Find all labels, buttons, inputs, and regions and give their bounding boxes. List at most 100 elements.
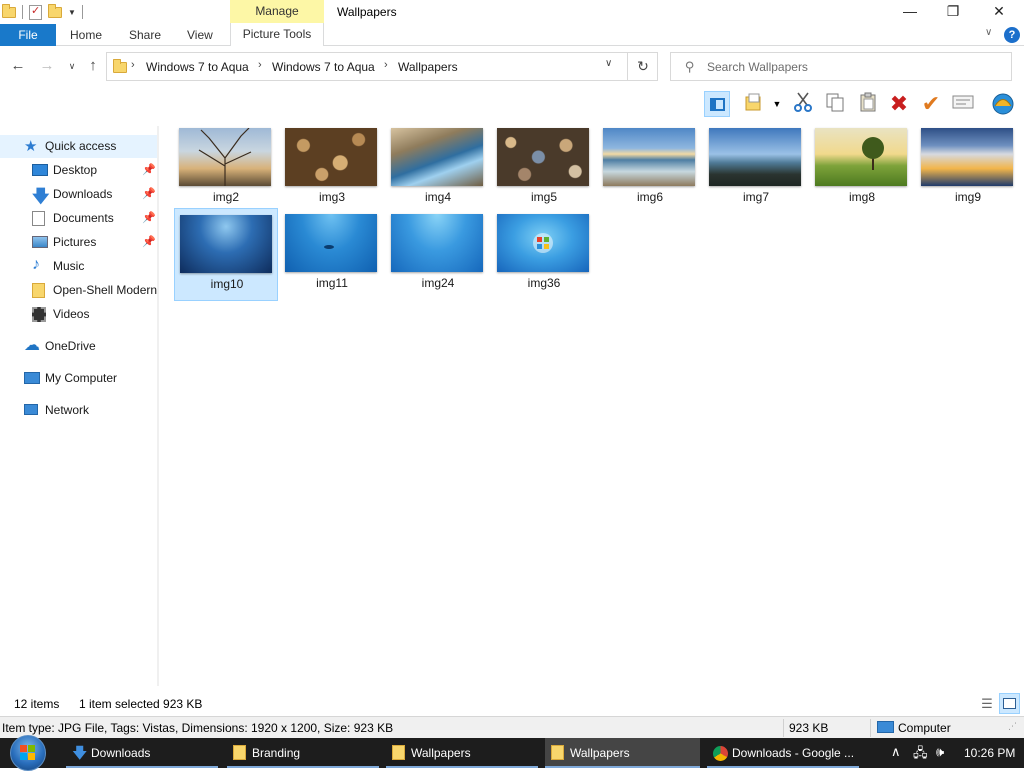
- properties-icon[interactable]: [29, 4, 42, 20]
- sidebar-item-documents[interactable]: Documents 📌: [0, 207, 157, 230]
- thumbnail-image: [285, 214, 377, 272]
- breadcrumb-separator[interactable]: ›: [384, 59, 388, 71]
- tab-picture-tools[interactable]: Picture Tools: [230, 23, 324, 46]
- tab-share[interactable]: Share: [129, 24, 161, 46]
- recent-locations-chevron-icon[interactable]: ∨: [63, 57, 81, 75]
- navigation-row: ← → ∨ ↑ › Windows 7 to Aqua › Windows 7 …: [0, 47, 1024, 87]
- breadcrumb-item[interactable]: Windows 7 to Aqua: [272, 60, 375, 74]
- minimize-button[interactable]: —: [887, 0, 933, 22]
- taskbar-item-branding[interactable]: Branding: [227, 738, 379, 768]
- sidebar-item-my-computer[interactable]: My Computer: [0, 367, 157, 390]
- organize-chevron-icon[interactable]: ▼: [770, 91, 784, 117]
- back-button[interactable]: ←: [9, 57, 27, 75]
- refresh-button[interactable]: ↻: [627, 53, 658, 80]
- sidebar-item-label: Videos: [53, 307, 90, 321]
- volume-icon[interactable]: 🕪: [936, 744, 944, 760]
- file-tile-img6[interactable]: img6: [598, 122, 702, 214]
- copy-button[interactable]: [822, 91, 848, 117]
- tab-view[interactable]: View: [187, 24, 213, 46]
- taskbar-item-wallpapers[interactable]: Wallpapers: [386, 738, 538, 768]
- sidebar-item-quick-access[interactable]: ★ Quick access: [0, 135, 157, 158]
- properties-button[interactable]: [950, 91, 976, 117]
- maximize-button[interactable]: ❐: [930, 0, 976, 22]
- file-tile-img11[interactable]: img11: [280, 208, 384, 300]
- organize-button[interactable]: [742, 91, 768, 117]
- file-tile-img8[interactable]: img8: [810, 122, 914, 214]
- paste-button[interactable]: [855, 91, 881, 117]
- sidebar-item-desktop[interactable]: Desktop 📌: [0, 159, 157, 182]
- file-tile-img4[interactable]: img4: [386, 122, 490, 214]
- search-input[interactable]: [707, 57, 997, 77]
- taskbar-item-chrome[interactable]: Downloads - Google ...: [707, 738, 859, 768]
- network-icon[interactable]: 🖧: [913, 744, 928, 766]
- tab-file[interactable]: File: [0, 24, 56, 46]
- file-name: img4: [424, 190, 451, 204]
- sidebar-item-network[interactable]: Network: [0, 399, 157, 422]
- taskbar-item-label: Wallpapers: [570, 746, 630, 760]
- pin-icon[interactable]: 📌: [142, 235, 156, 248]
- resize-grip-icon[interactable]: ⋰: [1008, 721, 1020, 735]
- breadcrumb-item[interactable]: Wallpapers: [398, 60, 458, 74]
- delete-button[interactable]: ✖: [886, 91, 912, 117]
- sidebar-item-onedrive[interactable]: ☁ OneDrive: [0, 335, 157, 358]
- pin-icon[interactable]: 📌: [142, 211, 156, 224]
- sidebar-item-videos[interactable]: Videos: [0, 303, 157, 326]
- address-history-chevron-icon[interactable]: ∨: [605, 58, 612, 69]
- taskbar-item-downloads[interactable]: 🡇 Downloads: [66, 738, 218, 768]
- window-title: Wallpapers: [337, 5, 397, 19]
- help-button[interactable]: ?: [1004, 27, 1020, 43]
- file-tile-img2[interactable]: img2: [174, 122, 278, 214]
- settings-button[interactable]: [990, 91, 1016, 117]
- new-folder-icon[interactable]: [48, 3, 62, 18]
- thumbnail-image: [391, 128, 483, 186]
- forward-button[interactable]: →: [38, 57, 56, 75]
- delete-x-icon: ✖: [889, 91, 909, 116]
- up-button[interactable]: ↑: [84, 57, 102, 75]
- rename-button[interactable]: ✔: [918, 91, 944, 117]
- file-tile-img3[interactable]: img3: [280, 122, 384, 214]
- divider: [870, 719, 871, 737]
- customize-toolbar-chevron-icon[interactable]: ▼: [68, 8, 76, 17]
- taskbar-item-label: Downloads - Google ...: [732, 746, 855, 760]
- close-button[interactable]: ✕: [976, 0, 1022, 22]
- large-icons-view-button[interactable]: [999, 693, 1020, 714]
- pin-icon[interactable]: 📌: [142, 163, 156, 176]
- pin-icon[interactable]: 📌: [142, 187, 156, 200]
- file-tile-img10[interactable]: img10: [174, 208, 278, 301]
- file-tile-img5[interactable]: img5: [492, 122, 596, 214]
- cut-button[interactable]: [790, 91, 816, 117]
- search-box[interactable]: ⚲: [670, 52, 1012, 81]
- sidebar-item-label: Network: [45, 403, 90, 417]
- pane-icon: [710, 98, 725, 111]
- file-details: Item type: JPG File, Tags: Vistas, Dimen…: [2, 721, 394, 735]
- thumbnail-image: [497, 128, 589, 186]
- breadcrumb-separator[interactable]: ›: [258, 59, 262, 71]
- clock[interactable]: 10:26 PM: [964, 746, 1015, 760]
- sidebar-item-downloads[interactable]: 🡇 Downloads 📌: [0, 183, 157, 206]
- file-tile-img7[interactable]: img7: [704, 122, 808, 214]
- manage-context-tab[interactable]: Manage: [230, 0, 324, 23]
- file-tile-img9[interactable]: img9: [916, 122, 1020, 214]
- folder-icon[interactable]: [2, 3, 16, 18]
- address-bar[interactable]: › Windows 7 to Aqua › Windows 7 to Aqua …: [106, 52, 658, 81]
- sidebar-item-open-shell-modern[interactable]: Open-Shell Modern: [0, 279, 157, 302]
- breadcrumb-item[interactable]: Windows 7 to Aqua: [146, 60, 249, 74]
- navigation-pane-scrollbar[interactable]: [157, 126, 159, 686]
- tab-home[interactable]: Home: [70, 24, 102, 46]
- thumbnail-image: [497, 214, 589, 272]
- expand-ribbon-chevron-icon[interactable]: ∨: [985, 27, 999, 38]
- preview-pane-button[interactable]: [704, 91, 730, 117]
- file-tile-img36[interactable]: img36: [492, 208, 596, 300]
- details-view-button[interactable]: ☰: [978, 695, 996, 713]
- shell-icon: [992, 93, 1014, 115]
- music-icon: ♪: [32, 256, 40, 273]
- title-bar: ▼ Manage Wallpapers — ❐ ✕: [0, 0, 1024, 24]
- taskbar-item-label: Wallpapers: [411, 746, 471, 760]
- start-button[interactable]: [10, 735, 46, 771]
- show-hidden-icons-chevron-icon[interactable]: ∧: [891, 744, 901, 760]
- taskbar-item-wallpapers-active[interactable]: Wallpapers: [545, 738, 700, 768]
- details-bar: Item type: JPG File, Tags: Vistas, Dimen…: [0, 716, 1024, 738]
- sidebar-item-music[interactable]: ♪ Music: [0, 255, 157, 278]
- sidebar-item-pictures[interactable]: Pictures 📌: [0, 231, 157, 254]
- file-tile-img24[interactable]: img24: [386, 208, 490, 300]
